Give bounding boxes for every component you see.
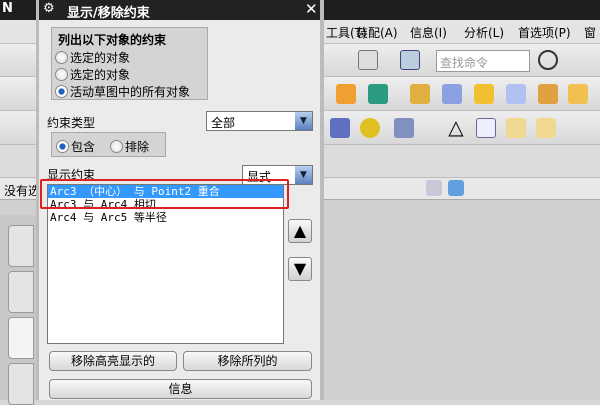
app-title: N	[2, 1, 13, 16]
trim-icon[interactable]	[568, 84, 588, 104]
group-title: 列出以下对象的约束	[58, 33, 167, 47]
pattern-points-icon[interactable]	[506, 118, 526, 138]
info-icon[interactable]	[400, 50, 420, 70]
chevron-down-icon: ▼	[295, 166, 312, 184]
object-scope-group: 列出以下对象的约束 选定的对象 选定的对象 活动草图中的所有对象	[51, 27, 208, 100]
radio-label: 排除	[125, 140, 150, 154]
gear-icon[interactable]	[360, 118, 380, 138]
radio-icon	[55, 85, 68, 98]
radio-icon	[110, 140, 123, 153]
search-icon[interactable]	[538, 50, 558, 70]
resource-bar	[0, 215, 36, 405]
chevron-down-icon: ▼	[295, 112, 312, 130]
shape-icon[interactable]	[368, 84, 388, 104]
constraint-type-label: 约束类型	[47, 116, 96, 130]
view-icon[interactable]	[426, 180, 442, 196]
radio-label: 包含	[71, 140, 96, 154]
shell-icon[interactable]	[538, 84, 558, 104]
gear-icon[interactable]: ⚙	[43, 1, 55, 16]
spring-icon[interactable]	[330, 118, 350, 138]
annotation-highlight-box	[40, 179, 289, 209]
move-up-button[interactable]: ▲	[288, 219, 312, 243]
close-icon[interactable]: ✕	[305, 0, 318, 18]
pattern-circles-icon[interactable]	[536, 118, 556, 138]
include-radio[interactable]: 包含	[56, 138, 95, 155]
constraint-navigator-tab[interactable]	[8, 271, 34, 313]
scope-radio-selected-objects-2[interactable]: 选定的对象	[55, 66, 130, 83]
slot-icon[interactable]	[506, 84, 526, 104]
info-button[interactable]: 信息	[49, 379, 312, 399]
constraint-type-select[interactable]: 全部 ▼	[206, 111, 313, 131]
list-item[interactable]: Arc4 与 Arc5 等半径	[48, 211, 283, 224]
exclude-radio[interactable]: 排除	[110, 138, 149, 155]
radio-label: 活动草图中的所有对象	[70, 85, 191, 99]
shaded-cube-icon[interactable]	[448, 180, 464, 196]
menu-analysis[interactable]: 分析(L)	[464, 24, 504, 41]
menu-info[interactable]: 信息(I)	[410, 24, 447, 41]
dialog-title: 显示/移除约束	[67, 6, 150, 21]
reuse-library-tab[interactable]	[8, 363, 34, 405]
sweep-icon[interactable]	[442, 84, 462, 104]
radio-icon	[56, 140, 69, 153]
block-icon[interactable]	[410, 84, 430, 104]
status-text: 没有选	[4, 184, 41, 198]
include-exclude-group: 包含 排除	[51, 132, 166, 157]
radio-icon	[55, 51, 68, 64]
dialog-title-bar: ⚙ 显示/移除约束 ✕	[39, 0, 320, 21]
sketch-constraint-icon[interactable]	[358, 50, 378, 70]
triangle-icon[interactable]: △	[446, 117, 466, 138]
extrude-icon[interactable]	[474, 84, 494, 104]
assembly-navigator-tab[interactable]	[8, 225, 34, 267]
move-down-button[interactable]: ▼	[288, 257, 312, 281]
part-navigator-tab[interactable]	[8, 317, 34, 359]
feature-icon[interactable]	[336, 84, 356, 104]
command-search-input[interactable]: 查找命令	[436, 50, 530, 72]
select-value: 全部	[211, 116, 236, 130]
remove-listed-button[interactable]: 移除所列的	[183, 351, 312, 371]
scope-radio-selected-objects[interactable]: 选定的对象	[55, 49, 130, 66]
radio-label: 选定的对象	[70, 51, 131, 65]
scope-radio-all-active-sketch[interactable]: 活动草图中的所有对象	[55, 83, 190, 100]
radio-label: 选定的对象	[70, 68, 131, 82]
tool-icon[interactable]	[394, 118, 414, 138]
table-icon[interactable]	[476, 118, 496, 138]
menu-preferences[interactable]: 首选项(P)	[518, 24, 571, 41]
remove-highlighted-button[interactable]: 移除高亮显示的	[49, 351, 177, 371]
radio-icon	[55, 68, 68, 81]
menu-assembly[interactable]: 装配(A)	[356, 24, 398, 41]
